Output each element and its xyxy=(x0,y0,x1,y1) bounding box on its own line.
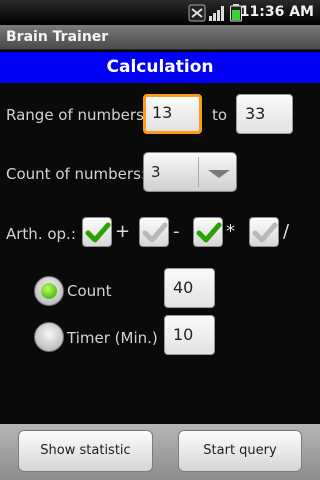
app-title-bar: Brain Trainer xyxy=(0,25,320,50)
checkbox-plus[interactable] xyxy=(82,217,112,247)
range-from-input[interactable]: 13 xyxy=(143,94,202,134)
count-radio[interactable] xyxy=(34,276,64,306)
bottom-button-bar: Show statistic Start query xyxy=(0,424,320,480)
op-multiply-label: * xyxy=(226,221,235,242)
status-bar: 11:36 AM xyxy=(0,0,320,25)
count-spinner-value: 3 xyxy=(151,163,161,181)
radio-selected-dot xyxy=(41,283,57,299)
show-statistic-button[interactable]: Show statistic xyxy=(18,430,153,472)
timer-value-input[interactable]: 10 xyxy=(164,315,215,355)
checkmark-icon xyxy=(85,222,111,243)
range-to-input[interactable]: 33 xyxy=(236,94,293,134)
count-label: Count of numbers: xyxy=(6,165,146,183)
checkbox-multiply[interactable] xyxy=(193,217,223,247)
notification-icon xyxy=(188,4,206,22)
start-query-button[interactable]: Start query xyxy=(178,430,302,472)
range-to-label: to xyxy=(212,106,228,124)
signal-icon xyxy=(209,6,224,21)
operations-label: Arth. op.: xyxy=(6,225,76,243)
op-plus-label: + xyxy=(115,221,131,242)
timer-mode-label: Timer (Min.) xyxy=(67,329,158,347)
timer-radio[interactable] xyxy=(34,322,64,352)
status-time: 11:36 AM xyxy=(239,4,314,20)
range-label: Range of numbers: xyxy=(6,106,149,124)
checkmark-icon xyxy=(252,222,278,243)
op-divide-label: / xyxy=(283,221,290,242)
section-header: Calculation xyxy=(0,52,320,83)
chevron-down-icon xyxy=(208,170,230,178)
checkmark-icon xyxy=(196,222,222,243)
op-minus-label: - xyxy=(173,221,180,242)
count-mode-label: Count xyxy=(67,282,112,300)
checkbox-divide[interactable] xyxy=(249,217,279,247)
app-title: Brain Trainer xyxy=(6,29,109,45)
checkbox-minus[interactable] xyxy=(139,217,169,247)
count-spinner[interactable]: 3 xyxy=(143,152,237,192)
spinner-divider xyxy=(198,157,199,187)
count-value-input[interactable]: 40 xyxy=(164,268,215,308)
checkmark-icon xyxy=(142,222,168,243)
